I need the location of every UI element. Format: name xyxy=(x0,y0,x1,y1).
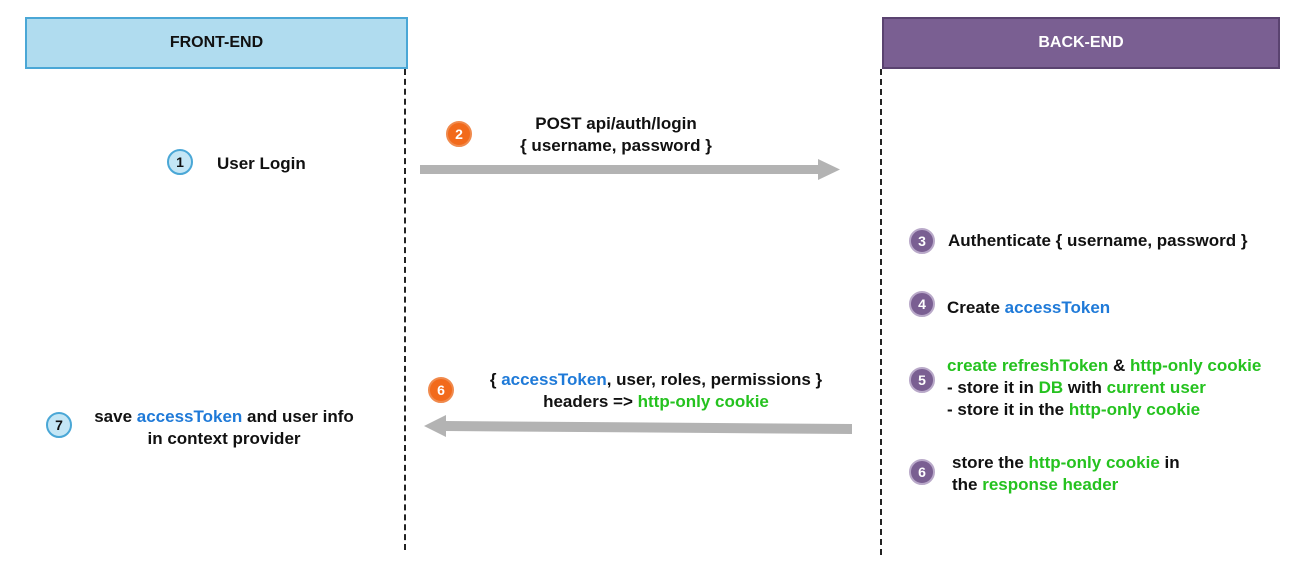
step-3-label: Authenticate { username, password } xyxy=(948,231,1248,250)
step-1-label: User Login xyxy=(217,154,306,173)
step-7-label: save accessToken and user info in contex… xyxy=(94,407,354,448)
endpoint-path: api/auth/login xyxy=(581,114,697,133)
step-6-backend-label: store the http-only cookie in the respon… xyxy=(952,453,1180,494)
step-6-response-badge: 6 xyxy=(428,377,454,403)
step-1-badge: 1 xyxy=(167,149,193,175)
http-method: POST xyxy=(535,114,582,133)
step-3-badge: 3 xyxy=(909,228,935,254)
step-2-request-label: POST api/auth/login { username, password… xyxy=(496,113,736,157)
step-7-badge: 7 xyxy=(46,412,72,438)
step-5-label: create refreshToken & http-only cookie -… xyxy=(947,356,1262,419)
access-token-term: accessToken xyxy=(1004,298,1111,317)
step-4-label: Create accessToken xyxy=(947,298,1111,317)
step-2-request-line: POST api/auth/login xyxy=(496,113,736,135)
step-6-backend-badge: 6 xyxy=(909,459,935,485)
step-2-badge: 2 xyxy=(446,121,472,147)
request-body: { username, password } xyxy=(520,136,712,155)
step-5-badge: 5 xyxy=(909,367,935,393)
request-arrow xyxy=(420,159,840,180)
step-4-badge: 4 xyxy=(909,291,935,317)
step-6-response-label: { accessToken, user, roles, permissions … xyxy=(489,370,823,411)
response-arrow xyxy=(424,415,852,437)
